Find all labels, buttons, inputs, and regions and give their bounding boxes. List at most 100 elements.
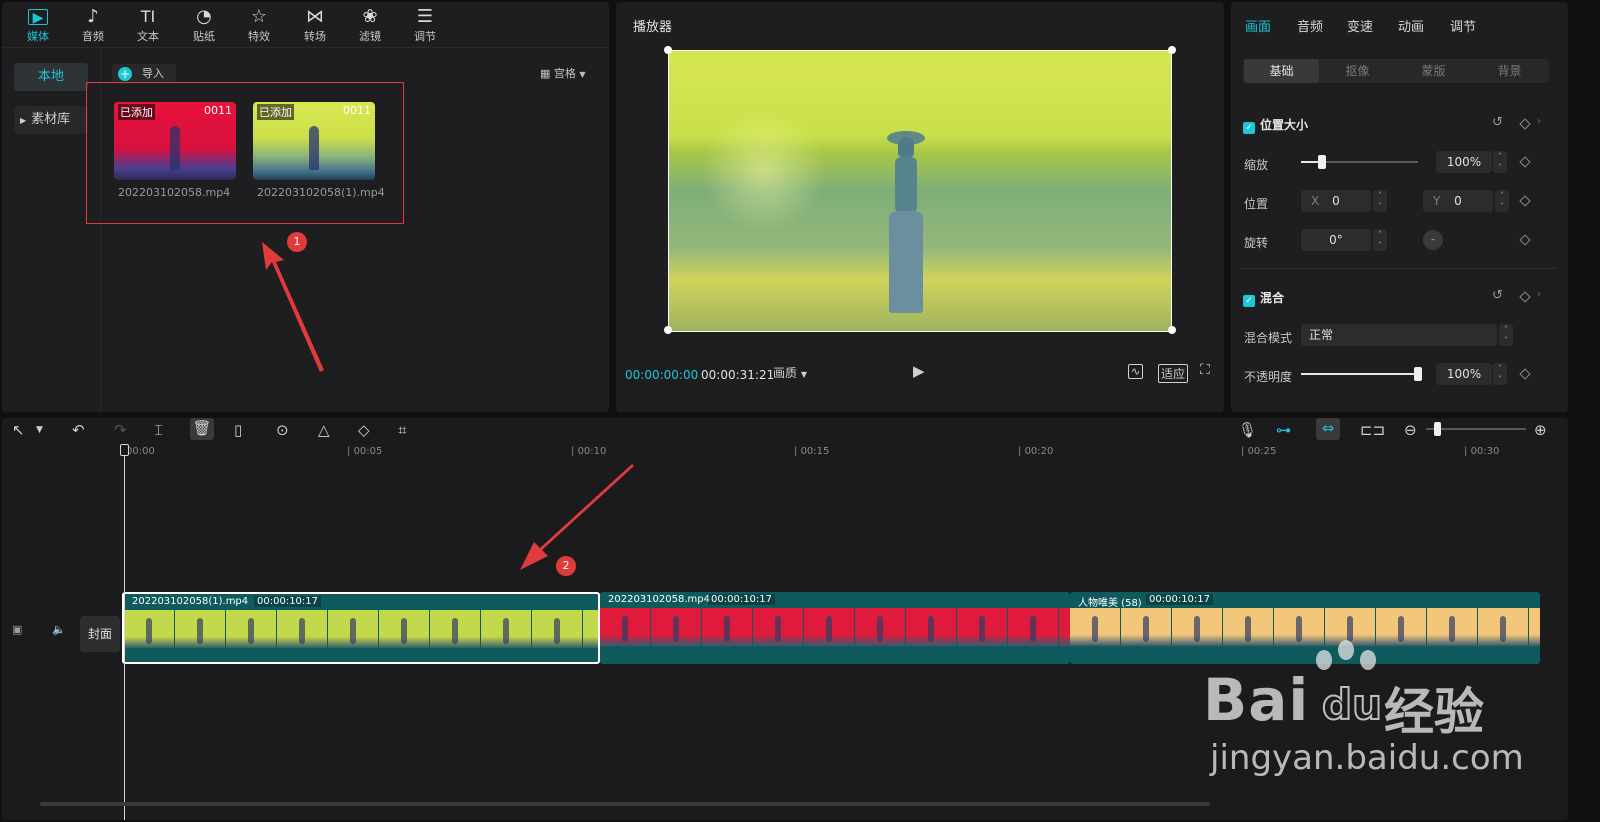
crop-handle[interactable] [664,46,672,54]
subtab-background[interactable]: 背景 [1472,59,1547,83]
timeline-clip[interactable]: 202203102058.mp4 00:00:10:17 [600,592,1070,664]
playhead-line[interactable] [124,444,125,820]
opacity-slider[interactable] [1301,367,1422,381]
tab-audio[interactable]: 音频 [1297,16,1323,35]
position-y-input[interactable]: Y0 [1423,190,1493,212]
keyframe-diamond-icon[interactable] [1519,195,1531,207]
effects-tab[interactable]: ☆ 特效 [236,6,282,46]
tab-adjust[interactable]: 调节 [1450,16,1476,35]
keyframe-diamond-icon[interactable] [1519,368,1531,380]
scale-slider[interactable] [1301,155,1418,169]
rotate-icon[interactable]: ◇ [358,420,370,440]
person-silhouette [1398,616,1404,642]
freeze-frame-icon[interactable]: ▯ [234,420,242,440]
zoom-slider[interactable] [1426,422,1526,436]
timeline-clip[interactable]: 人物唯美 (58) 00:00:10:17 [1070,592,1540,664]
magnet-snap-icon[interactable]: ⊶ [1276,420,1291,440]
clip-frame [1529,608,1540,646]
fit-button[interactable]: 适应 [1158,364,1189,383]
clip-frame [1427,608,1477,646]
view-mode-dropdown[interactable]: ▦ 宫格 ▼ [540,65,586,81]
transition-tab[interactable]: ⋈ 转场 [292,6,338,46]
rotate-dial-icon[interactable]: – [1423,230,1443,250]
sidebar-item-library[interactable]: ▶ 素材库 [14,106,88,134]
crop-handle[interactable] [1168,326,1176,334]
timeline-clip[interactable]: 202203102058(1).mp4 00:00:10:17 [122,592,600,664]
reset-icon[interactable]: ↺ [1492,288,1503,303]
subtab-cutout[interactable]: 抠像 [1320,59,1395,83]
zoom-in-icon[interactable]: ⊕ [1534,420,1547,440]
scale-input[interactable]: 100% [1436,151,1492,173]
opacity-stepper[interactable]: ˄ ˅ [1493,363,1507,385]
quality-dropdown[interactable]: 画质 ▼ [773,364,807,381]
position-y-stepper[interactable]: ˄ ˅ [1495,190,1509,212]
import-button[interactable]: + 导入 [112,64,176,84]
playhead-handle[interactable] [120,444,129,456]
opacity-slider-fill [1301,373,1418,375]
sidebar-item-local[interactable]: 本地 [14,63,88,91]
zoom-slider-knob[interactable] [1434,422,1441,436]
link-icon[interactable]: ⇔ [1316,418,1340,440]
horizontal-scrollbar[interactable] [40,802,1210,806]
keyframe-diamond-icon[interactable] [1519,234,1531,246]
scale-stepper[interactable]: ˄ ˅ [1493,151,1507,173]
track-video-icon[interactable]: ▣ [12,623,22,636]
checkbox-checked-icon[interactable]: ✓ [1243,295,1255,307]
position-x-stepper[interactable]: ˄ ˅ [1373,190,1387,212]
track-audio-icon[interactable]: 🔈 [52,623,66,636]
split-icon[interactable]: ⌶ [154,420,163,440]
chevron-right-icon[interactable]: › [1537,289,1541,300]
media-asset-thumbnail[interactable]: 已添加 0011 [114,102,236,180]
scale-slider-knob[interactable] [1318,155,1327,169]
video-preview[interactable] [668,50,1172,332]
opacity-slider-knob[interactable] [1414,367,1422,381]
subtab-mask[interactable]: 蒙版 [1396,59,1471,83]
keyframe-diamond-icon[interactable] [1519,291,1531,303]
audio-tab[interactable]: ♪ 音频 [70,6,116,46]
blend-mode-chevron[interactable]: ˄ ˅ [1499,324,1513,346]
undo-icon[interactable]: ↶ [72,420,85,440]
tab-picture[interactable]: 画面 [1245,16,1271,35]
delete-icon[interactable]: 🗑 [190,418,214,440]
waveform-icon[interactable]: ∿ [1128,364,1144,379]
media-tab[interactable]: ▶ 媒体 [15,6,61,46]
keyframe-diamond-icon[interactable] [1519,118,1531,130]
sticker-tab[interactable]: ◔ 贴纸 [181,6,227,46]
opacity-input[interactable]: 100% [1436,363,1492,385]
preview-axis-icon[interactable]: ⊏⊐ [1360,420,1385,440]
blend-mode-select[interactable]: 正常 [1301,324,1497,346]
person-silhouette [775,616,781,642]
select-cursor-icon[interactable]: ↖ [12,420,25,440]
position-x-input[interactable]: X0 [1301,190,1371,212]
crop-handle[interactable] [664,326,672,334]
media-panel: ▶ 媒体 ♪ 音频 TI 文本 ◔ 贴纸 ☆ 特效 ⋈ 转场 ❀ 滤镜 ☰ 调节 本地 ▶ 素材库… [2,2,609,412]
rotate-input[interactable]: 0° [1301,229,1371,251]
mirror-icon[interactable]: △ [318,420,330,440]
reverse-play-icon[interactable]: ⊙ [276,420,289,440]
microphone-icon[interactable]: 🎙 [1238,420,1257,440]
rotate-stepper[interactable]: ˄ ˅ [1373,229,1387,251]
timeline-ruler[interactable]: 00:00 | 00:05 | 00:10 | 00:15 | 00:20 | … [2,444,1568,464]
redo-icon[interactable]: ↷ [114,420,127,440]
keyframe-diamond-icon[interactable] [1519,156,1531,168]
position-size-section[interactable]: ✓ 位置大小 [1243,116,1308,134]
media-asset-thumbnail[interactable]: 已添加 0011 [253,102,375,180]
filter-tab[interactable]: ❀ 滤镜 [347,6,393,46]
reset-icon[interactable]: ↺ [1492,115,1503,130]
tab-speed[interactable]: 变速 [1347,16,1373,35]
tab-animation[interactable]: 动画 [1398,16,1424,35]
play-icon[interactable]: ▶ [913,362,925,380]
crop-icon[interactable]: ⌗ [398,420,406,440]
blend-section[interactable]: ✓ 混合 [1243,289,1284,307]
person-silhouette [197,618,203,644]
cover-button[interactable]: 封面 [80,616,120,652]
fullscreen-icon[interactable]: ⛶ [1200,362,1210,378]
chevron-down-icon[interactable]: ▼ [36,420,43,440]
crop-handle[interactable] [1168,46,1176,54]
adjust-tab[interactable]: ☰ 调节 [402,6,448,46]
checkbox-checked-icon[interactable]: ✓ [1243,122,1255,134]
subtab-basic[interactable]: 基础 [1244,59,1319,83]
text-tab[interactable]: TI 文本 [125,6,171,46]
chevron-right-icon[interactable]: › [1537,116,1541,127]
zoom-out-icon[interactable]: ⊖ [1404,420,1417,440]
